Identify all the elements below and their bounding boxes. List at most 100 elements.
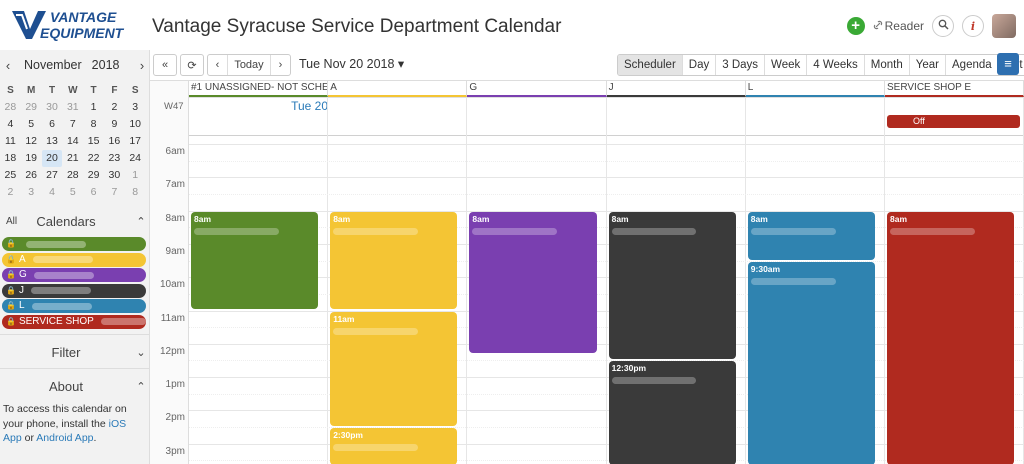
calendar-item[interactable]: 🔒 J	[2, 283, 146, 298]
vantage-equipment-logo[interactable]: VANTAGE EQUIPMENT	[10, 7, 140, 41]
mini-day[interactable]: 3	[21, 184, 42, 201]
android-app-link[interactable]: Android App	[36, 432, 93, 444]
view-button-year[interactable]: Year	[909, 55, 946, 75]
mini-day[interactable]: 26	[21, 167, 42, 184]
mini-day[interactable]: 17	[125, 133, 146, 150]
next-day-button[interactable]: ›	[270, 55, 290, 75]
calendar-event[interactable]: 8am	[330, 211, 458, 310]
search-button[interactable]	[932, 15, 954, 37]
mini-day[interactable]: 27	[42, 167, 63, 184]
mini-day[interactable]: 10	[125, 116, 146, 133]
mini-day[interactable]: 9	[104, 116, 125, 133]
mini-day[interactable]: 8	[125, 184, 146, 201]
mini-day[interactable]: 2	[0, 184, 21, 201]
allday-event[interactable]: Off	[887, 115, 1021, 128]
mini-month-label[interactable]: November	[24, 58, 82, 72]
mini-day[interactable]: 7	[104, 184, 125, 201]
mini-day[interactable]: 19	[21, 150, 42, 167]
mini-day[interactable]: 7	[62, 116, 83, 133]
mini-day[interactable]: 23	[104, 150, 125, 167]
column-header[interactable]: #1 UNASSIGNED- NOT SCHE...	[189, 81, 329, 97]
mini-day[interactable]: 30	[42, 99, 63, 116]
calendar-item[interactable]: 🔒 SERVICE SHOP	[2, 314, 146, 329]
mini-day[interactable]: 31	[62, 99, 83, 116]
mini-day[interactable]: 4	[42, 184, 63, 201]
mini-day[interactable]: 3	[125, 99, 146, 116]
calendar-event[interactable]: 8am	[469, 211, 597, 353]
filter-section-header[interactable]: Filter ⌄	[0, 342, 150, 362]
mini-day[interactable]: 5	[21, 116, 42, 133]
redacted-text	[333, 327, 419, 335]
calendar-item[interactable]: 🔒 L	[2, 299, 146, 313]
mini-day[interactable]: 24	[125, 150, 146, 167]
double-chevron-left-icon: «	[161, 59, 169, 71]
mini-day[interactable]: 16	[104, 133, 125, 150]
mini-prev-month-button[interactable]: ‹	[0, 58, 16, 73]
calendar-item[interactable]: 🔒 A	[2, 252, 146, 267]
view-button-4-weeks[interactable]: 4 Weeks	[807, 55, 865, 75]
column-header[interactable]: SERVICE SHOP E	[885, 81, 1024, 97]
column-header[interactable]: G	[467, 81, 607, 97]
reader-link[interactable]: Reader	[873, 19, 924, 33]
mini-day[interactable]: 15	[83, 133, 104, 150]
mini-day[interactable]: 13	[42, 133, 63, 150]
column-header[interactable]: A	[328, 81, 468, 97]
calendar-event[interactable]: 2:30pm	[330, 428, 458, 464]
calendars-section-header[interactable]: Calendars ⌃	[0, 211, 150, 231]
refresh-button[interactable]: ⟳	[180, 54, 204, 76]
event-time: 2:30pm	[333, 430, 363, 441]
mini-day[interactable]: 5	[62, 184, 83, 201]
mini-day[interactable]: 8	[83, 116, 104, 133]
mini-day[interactable]: 6	[83, 184, 104, 201]
mini-day[interactable]: 2	[104, 99, 125, 116]
calendar-event[interactable]: 9:30am	[747, 261, 875, 464]
calendar-event[interactable]: 8am	[887, 211, 1015, 464]
calendar-item[interactable]: 🔒 G	[2, 268, 146, 282]
mini-day[interactable]: 28	[62, 167, 83, 184]
mini-day[interactable]: 29	[83, 167, 104, 184]
view-button-day[interactable]: Day	[682, 55, 717, 75]
mini-day[interactable]: 30	[104, 167, 125, 184]
collapse-sidebar-button[interactable]: «	[153, 54, 177, 76]
column-header[interactable]: J	[606, 81, 746, 97]
mini-day[interactable]: 25	[0, 167, 21, 184]
column-header[interactable]: L	[745, 81, 885, 97]
mini-year-label[interactable]: 2018	[92, 58, 120, 72]
view-button-week[interactable]: Week	[765, 55, 808, 75]
mini-day[interactable]: 11	[0, 133, 21, 150]
lock-icon: 🔒	[6, 254, 16, 264]
mini-day[interactable]: 28	[0, 99, 21, 116]
menu-button[interactable]: ≡	[997, 53, 1019, 75]
view-button-3-days[interactable]: 3 Days	[716, 55, 766, 75]
prev-day-button[interactable]: ‹	[208, 55, 228, 75]
mini-day[interactable]: 12	[21, 133, 42, 150]
calendar-event[interactable]: 8am	[191, 211, 319, 310]
mini-day[interactable]: 4	[0, 116, 21, 133]
calendar-event[interactable]: 8am	[747, 211, 875, 260]
mini-day[interactable]: 21	[62, 150, 83, 167]
calendar-event[interactable]: 12:30pm	[608, 361, 736, 464]
current-date-dropdown[interactable]: Tue Nov 20 2018 ▾	[299, 56, 404, 71]
view-button-agenda[interactable]: Agenda	[946, 55, 999, 75]
about-section-header[interactable]: About ⌃	[0, 376, 150, 396]
redacted-text	[31, 302, 92, 310]
mini-day[interactable]: 20	[41, 150, 63, 167]
info-button[interactable]: i	[962, 15, 984, 37]
avatar[interactable]	[992, 14, 1016, 38]
calendar-item[interactable]: 🔒	[2, 237, 146, 251]
mini-day[interactable]: 1	[125, 167, 146, 184]
mini-day[interactable]: 22	[83, 150, 104, 167]
view-button-month[interactable]: Month	[864, 55, 910, 75]
calendar-event[interactable]: 8am	[608, 211, 736, 360]
mini-next-month-button[interactable]: ›	[134, 58, 150, 73]
event-time: 8am	[611, 213, 629, 224]
mini-day[interactable]: 29	[21, 99, 42, 116]
today-button[interactable]: Today	[228, 59, 270, 71]
mini-day[interactable]: 1	[83, 99, 104, 116]
mini-day[interactable]: 18	[0, 150, 21, 167]
add-event-button[interactable]: +	[846, 17, 865, 35]
mini-day[interactable]: 14	[62, 133, 83, 150]
view-button-scheduler[interactable]: Scheduler	[618, 55, 683, 75]
calendar-event[interactable]: 11am	[330, 311, 458, 427]
mini-day[interactable]: 6	[42, 116, 63, 133]
